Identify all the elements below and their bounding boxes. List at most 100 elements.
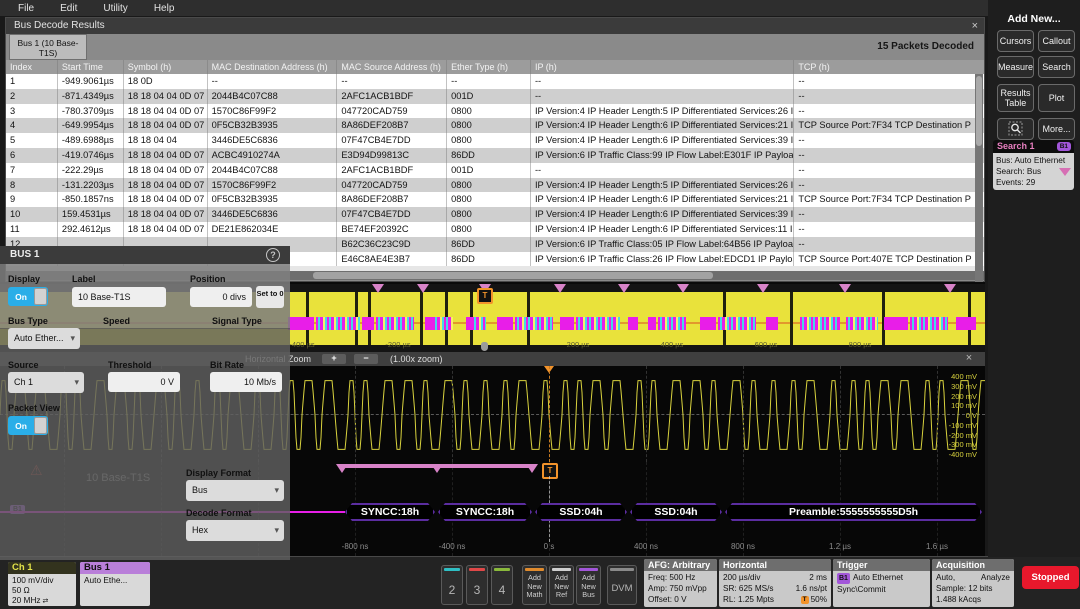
menu-item-edit[interactable]: Edit: [60, 3, 77, 14]
sidebar-button-more-[interactable]: More...: [1038, 118, 1075, 140]
packet-view-toggle[interactable]: On: [8, 416, 48, 435]
trigger-marker[interactable]: T: [542, 463, 558, 479]
decode-segment[interactable]: SYNCC:18h: [438, 503, 532, 521]
decode-segment[interactable]: SSD:04h: [535, 503, 627, 521]
decode-format-dropdown[interactable]: Hex: [186, 520, 284, 541]
sidebar-button-callout[interactable]: Callout: [1038, 30, 1075, 52]
toggle-state-label: On: [8, 421, 34, 431]
table-row[interactable]: 4-649.9954µs18 18 04 04 0D 070F5CB32B393…: [6, 118, 984, 133]
channel-color-stripe: [444, 568, 460, 571]
decode-segment[interactable]: SYNCC:18h: [345, 503, 435, 521]
help-icon[interactable]: ?: [266, 248, 280, 262]
table-cell: 0800: [447, 104, 531, 119]
decode-segment[interactable]: SSD:04h: [630, 503, 722, 521]
close-icon[interactable]: ×: [972, 18, 978, 34]
table-row[interactable]: 6-419.0746µs18 18 04 04 0D 07ACBC4910274…: [6, 148, 984, 163]
trigger-panel[interactable]: Trigger B1Auto Ethernet Sync\Commit: [833, 559, 930, 607]
dvm-button[interactable]: DVM: [607, 565, 637, 605]
source-dropdown[interactable]: Ch 1: [8, 372, 84, 393]
sidebar-button-zoom[interactable]: [997, 118, 1034, 140]
table-row[interactable]: 7-222.29µs18 18 04 04 0D 072044B4C07C882…: [6, 163, 984, 178]
search1-badge[interactable]: Search 1 B1 Bus: Auto EthernetSearch: Bu…: [993, 140, 1074, 190]
scrollbar-thumb[interactable]: [313, 272, 713, 279]
table-cell: --: [794, 207, 984, 222]
color-stripe: [579, 568, 598, 571]
table-cell: --: [794, 163, 984, 178]
column-header[interactable]: TCP (h): [794, 60, 984, 74]
column-header[interactable]: Start Time: [58, 60, 124, 74]
table-row[interactable]: 9-850.1857ns18 18 04 04 0D 070F5CB32B393…: [6, 192, 984, 207]
table-cell: 1: [6, 74, 58, 89]
menu-item-file[interactable]: File: [18, 3, 34, 14]
table-row[interactable]: 3-780.3709µs18 18 04 04 0D 071570C86F99F…: [6, 104, 984, 119]
zoom-close-icon[interactable]: ×: [962, 352, 976, 364]
table-row[interactable]: 11292.4612µs18 18 04 04 0D 07DE21E862034…: [6, 222, 984, 237]
column-header[interactable]: MAC Destination Address (h): [208, 60, 338, 74]
decode-format-label: Decode Format: [186, 508, 252, 518]
ch1-badge-details: 100 mV/div50 Ω20 MHz ⇄: [8, 574, 76, 606]
menu-item-utility[interactable]: Utility: [103, 3, 127, 14]
trigger-marker[interactable]: T: [477, 288, 493, 304]
channel-2-button[interactable]: 2: [441, 565, 463, 605]
table-cell: 292.4612µs: [58, 222, 124, 237]
tab-bus1[interactable]: Bus 1 (10 Base-T1S): [9, 34, 87, 60]
menu-item-help[interactable]: Help: [154, 3, 175, 14]
table-row[interactable]: 1-949.9061µs18 0D----------: [6, 74, 984, 89]
button-label: AddNewBus: [577, 574, 600, 600]
bus-label-input[interactable]: 10 Base-T1S: [72, 287, 166, 307]
zoom-in-button[interactable]: +: [322, 354, 346, 364]
afg-panel[interactable]: AFG: Arbitrary Freq: 500 HzAmp: 750 mVpp…: [644, 559, 717, 607]
column-header[interactable]: Index: [6, 60, 58, 74]
acquisition-panel[interactable]: Acquisition Auto,Analyze Sample: 12 bits…: [932, 559, 1014, 607]
sidebar-button-cursors[interactable]: Cursors: [997, 30, 1034, 52]
display-format-dropdown[interactable]: Bus: [186, 480, 284, 501]
column-header[interactable]: Symbol (h): [124, 60, 208, 74]
bit-rate-input[interactable]: 10 Mb/s: [210, 372, 282, 392]
table-row[interactable]: 5-489.6988µs18 18 04 043446DE5C683607F47…: [6, 133, 984, 148]
add-new-bus-button[interactable]: AddNewBus: [576, 565, 601, 605]
horizontal-panel[interactable]: Horizontal 200 µs/div2 msSR: 625 MS/s1.6…: [719, 559, 831, 607]
channel-4-button[interactable]: 4: [491, 565, 513, 605]
gridline: [840, 366, 841, 462]
display-toggle[interactable]: On: [8, 287, 48, 306]
column-header[interactable]: IP (h): [531, 60, 794, 74]
trigger-pin-handle[interactable]: [481, 342, 488, 351]
right-sidebar: Add New... Search 1 B1 Bus: Auto Etherne…: [988, 0, 1080, 557]
zoom-out-button[interactable]: −: [354, 354, 378, 364]
bus1-panel-titlebar[interactable]: BUS 1 ?: [0, 246, 290, 264]
table-row[interactable]: 8-131.2203µs18 18 04 04 0D 071570C86F99F…: [6, 178, 984, 193]
sidebar-button-results-table[interactable]: Results Table: [997, 84, 1034, 112]
table-cell: IP Version:4 IP Header Length:6 IP Diffe…: [531, 222, 794, 237]
time-tick-label: 1.6 µs: [926, 542, 948, 551]
sidebar-button-search[interactable]: Search: [1038, 56, 1075, 78]
table-row[interactable]: 10159.4531µs18 18 04 04 0D 073446DE5C683…: [6, 207, 984, 222]
stopped-button[interactable]: Stopped: [1022, 566, 1079, 589]
set-to-zero-button[interactable]: Set to 0: [256, 286, 284, 308]
table-cell: --: [447, 74, 531, 89]
search-mark-icon: [677, 284, 689, 293]
ch1-badge[interactable]: Ch 1 100 mV/div50 Ω20 MHz ⇄: [8, 562, 76, 606]
sidebar-button-plot[interactable]: Plot: [1038, 84, 1075, 112]
threshold-input[interactable]: 0 V: [108, 372, 180, 392]
table-cell: --: [794, 222, 984, 237]
scrollbar-thumb[interactable]: [976, 76, 982, 146]
table-row[interactable]: 2-871.4349µs18 18 04 04 0D 072044B4C07C8…: [6, 89, 984, 104]
column-header[interactable]: MAC Source Address (h): [337, 60, 447, 74]
table-cell: -489.6988µs: [58, 133, 124, 148]
channel-3-button[interactable]: 3: [466, 565, 488, 605]
horizontal-row: SR: 625 MS/s1.6 ns/pt: [723, 583, 827, 594]
sidebar-button-measure[interactable]: Measure: [997, 56, 1034, 78]
table-cell: 047720CAD759: [337, 104, 447, 119]
color-stripe: [525, 568, 544, 571]
decode-segment[interactable]: Preamble:5555555555D5h: [725, 503, 982, 521]
column-header[interactable]: Ether Type (h): [447, 60, 531, 74]
position-input[interactable]: 0 divs: [190, 287, 252, 307]
bus-type-dropdown[interactable]: Auto Ether...: [8, 328, 80, 349]
add-new-math-button[interactable]: AddNewMath: [522, 565, 547, 605]
vertical-scrollbar[interactable]: [975, 74, 983, 282]
bus1-badge[interactable]: Bus 1 Auto Ethe...: [80, 562, 150, 606]
results-window-titlebar[interactable]: Bus Decode Results ×: [6, 18, 984, 34]
packet-gap: [420, 292, 423, 345]
dvm-label: DVM: [608, 583, 636, 594]
add-new-ref-button[interactable]: AddNewRef: [549, 565, 574, 605]
